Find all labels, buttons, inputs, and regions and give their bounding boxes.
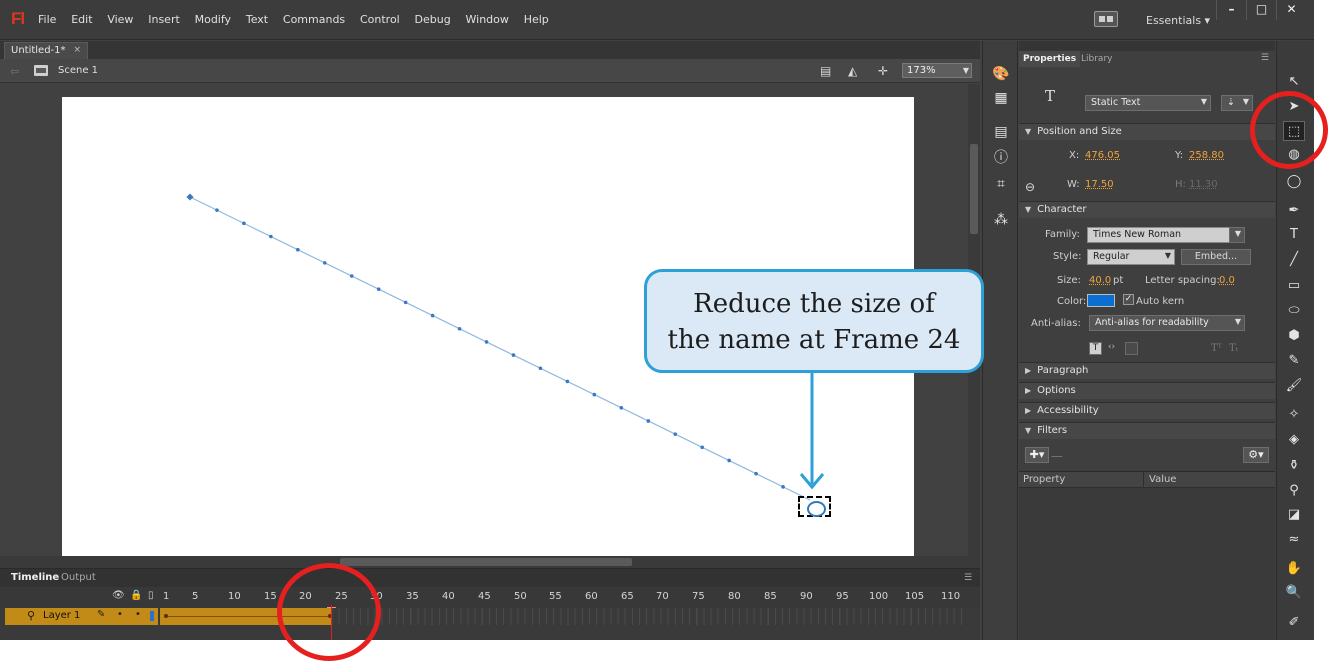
callout-line-1: Reduce the size of	[693, 289, 935, 319]
annotation-circle-free-transform	[1250, 91, 1328, 169]
motion-path-dot	[781, 485, 785, 489]
motion-path-dot	[619, 405, 624, 410]
instruction-callout: Reduce the size of the name at Frame 24	[644, 269, 984, 373]
annotation-circle-frame-24	[277, 563, 381, 661]
motion-path-dot	[376, 287, 381, 292]
motion-path-dot	[673, 432, 678, 436]
motion-path-dot	[565, 379, 570, 384]
motion-path-dot	[296, 247, 300, 252]
motion-path-dot	[242, 221, 246, 226]
selected-text-object[interactable]	[798, 496, 831, 517]
motion-path-dot	[484, 340, 489, 344]
motion-path-dot	[592, 392, 597, 397]
motion-path-dot	[215, 208, 219, 212]
callout-line-2: the name at Frame 24	[667, 325, 961, 355]
motion-path-dot	[430, 313, 435, 318]
motion-path-dot	[538, 366, 543, 371]
motion-path-dot	[186, 193, 194, 201]
motion-path-dot	[269, 234, 273, 239]
motion-path-dot	[511, 353, 516, 357]
motion-path-dot	[700, 445, 704, 450]
motion-path-dot	[754, 471, 758, 476]
motion-path-dot	[322, 261, 327, 265]
motion-path-dot	[403, 300, 408, 305]
motion-path-dot	[727, 458, 731, 463]
motion-path-dot	[646, 419, 651, 423]
motion-path-dot	[457, 326, 462, 331]
motion-path-dot	[349, 274, 354, 278]
